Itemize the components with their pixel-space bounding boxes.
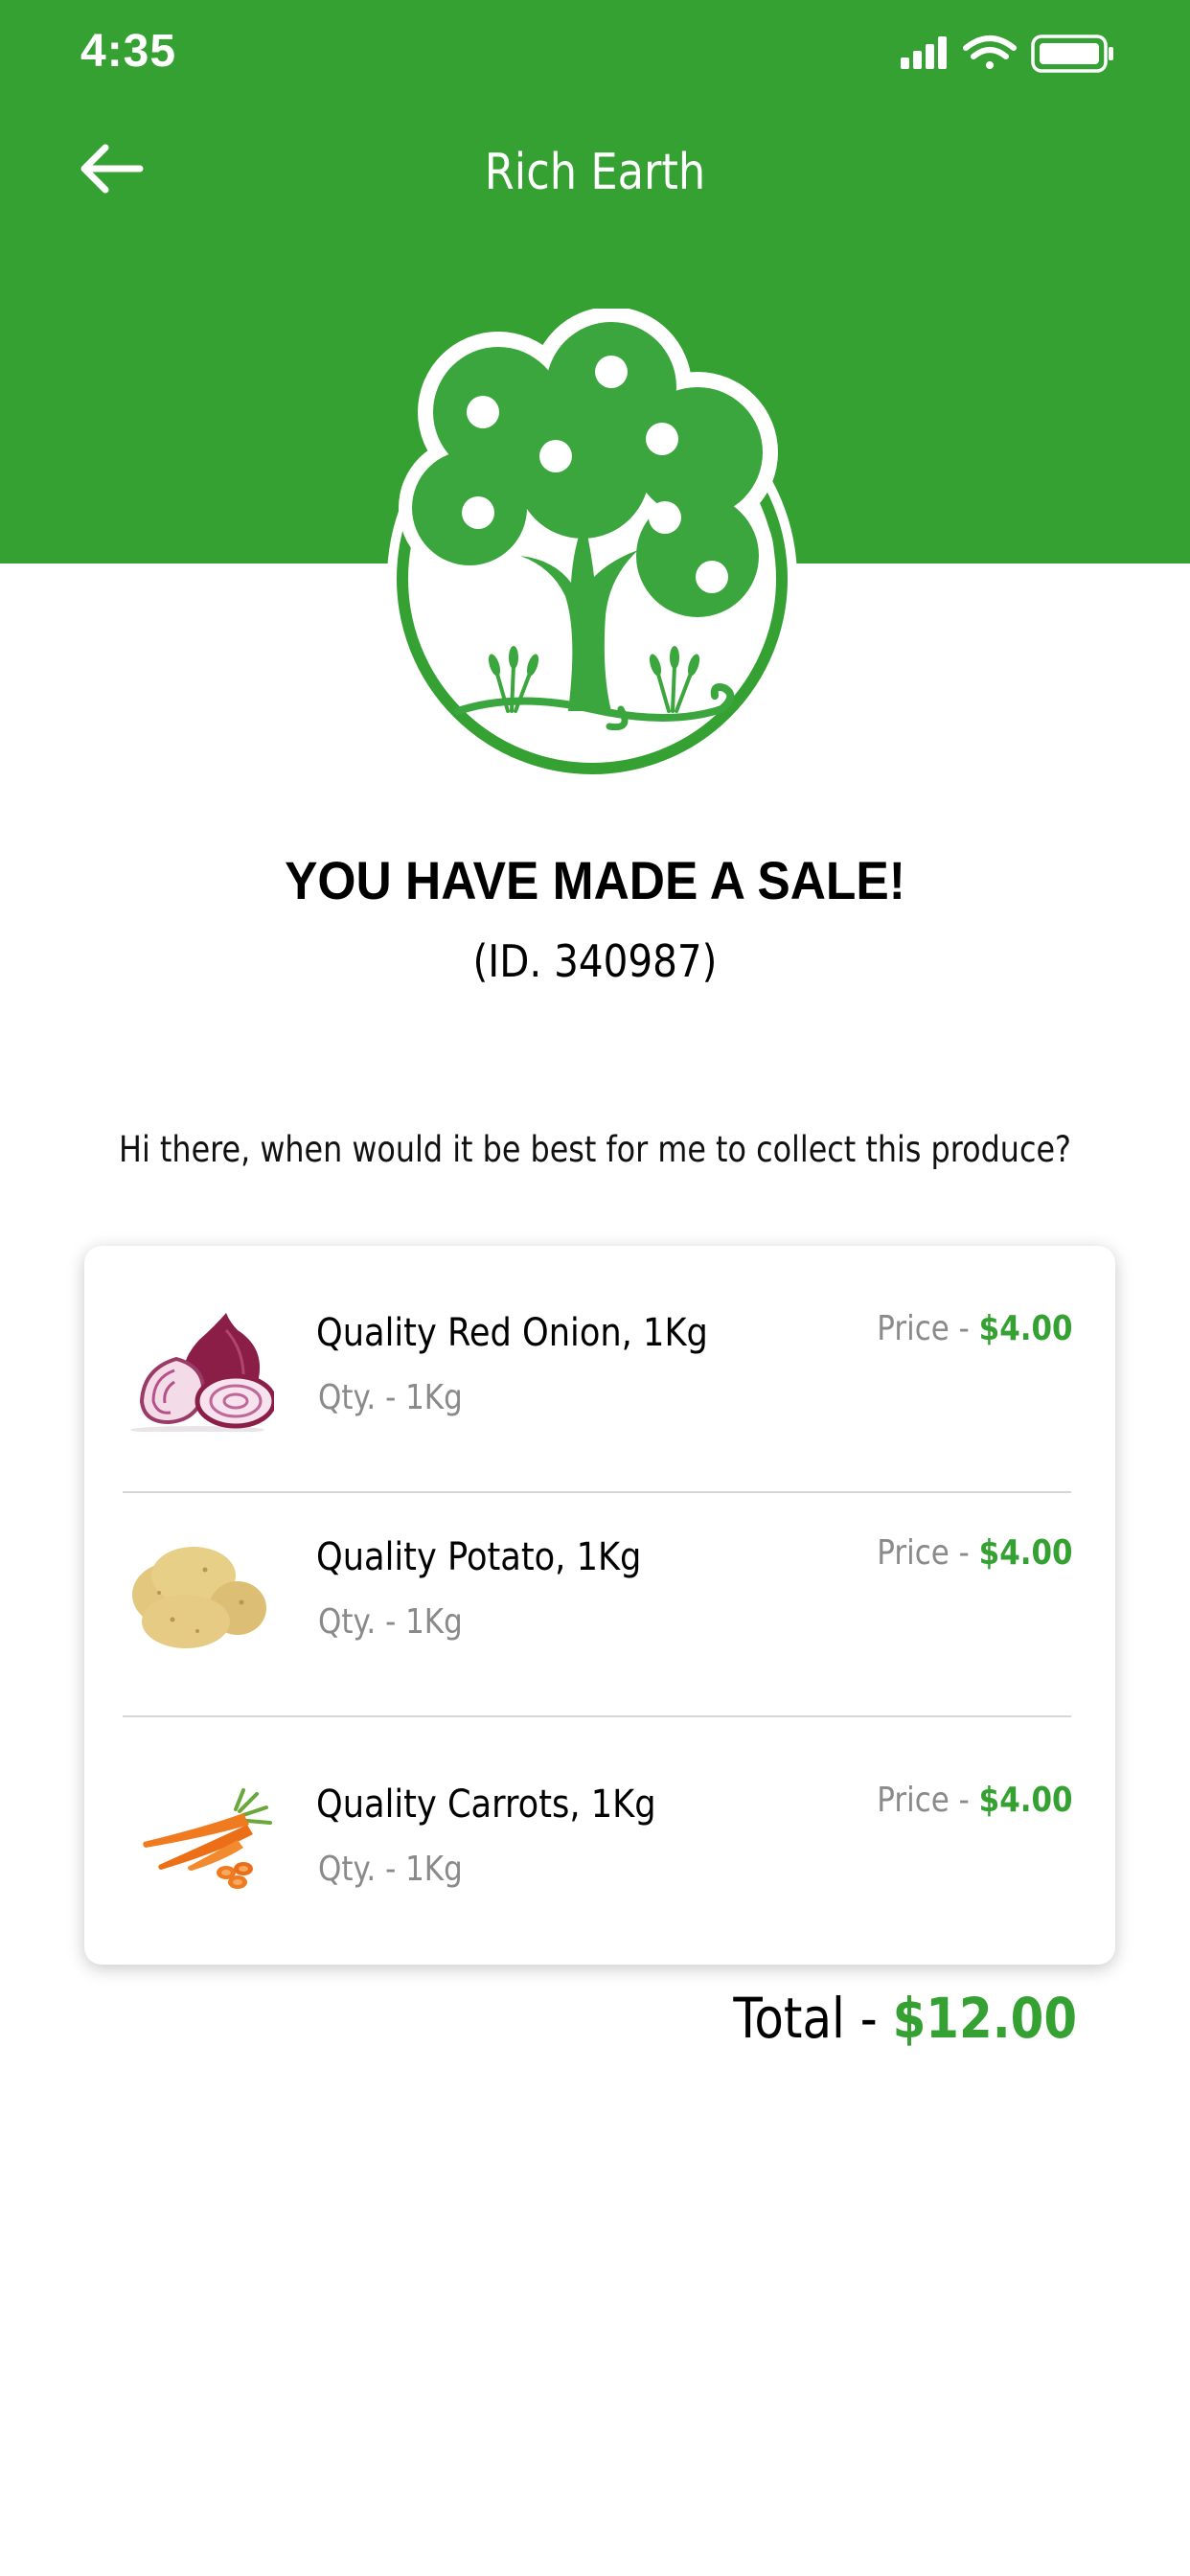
item-qty: Qty. - 1Kg bbox=[318, 1850, 463, 1889]
status-bar: 4:35 bbox=[0, 0, 1190, 105]
tree-logo-icon bbox=[387, 309, 797, 778]
buyer-message: Hi there, when would it be best for me t… bbox=[119, 1129, 1071, 1170]
total-value: $12.00 bbox=[892, 1986, 1077, 2051]
price-label: Price - bbox=[877, 1309, 980, 1348]
list-item[interactable]: Quality Potato, 1Kg Qty. - 1Kg Price - $… bbox=[84, 1470, 1115, 1694]
sale-id: (ID. 340987) bbox=[472, 935, 718, 987]
item-name: Quality Red Onion, 1Kg bbox=[316, 1311, 708, 1355]
item-price: Price - $4.00 bbox=[878, 1781, 1073, 1820]
item-name: Quality Potato, 1Kg bbox=[316, 1535, 642, 1579]
list-item[interactable]: Quality Red Onion, 1Kg Qty. - 1Kg Price … bbox=[84, 1246, 1115, 1470]
signal-icon bbox=[901, 36, 947, 69]
sale-title: YOU HAVE MADE A SALE! bbox=[285, 850, 905, 910]
red-onion-image bbox=[130, 1313, 274, 1432]
item-price: Price - $4.00 bbox=[878, 1533, 1073, 1573]
order-total: Total - $12.00 bbox=[733, 1986, 1077, 2051]
price-value: $4.00 bbox=[979, 1533, 1073, 1573]
price-value: $4.00 bbox=[979, 1781, 1073, 1820]
price-label: Price - bbox=[877, 1781, 980, 1820]
item-price: Price - $4.00 bbox=[878, 1309, 1073, 1348]
page-title: Rich Earth bbox=[484, 144, 706, 201]
item-qty: Qty. - 1Kg bbox=[318, 1602, 463, 1642]
status-icons bbox=[901, 34, 1113, 73]
wifi-icon bbox=[963, 35, 1017, 69]
list-item[interactable]: Quality Carrots, 1Kg Qty. - 1Kg Price - … bbox=[84, 1717, 1115, 1942]
price-label: Price - bbox=[877, 1533, 980, 1573]
order-items-card: Quality Red Onion, 1Kg Qty. - 1Kg Price … bbox=[84, 1246, 1115, 1965]
battery-icon bbox=[1031, 34, 1113, 73]
item-name: Quality Carrots, 1Kg bbox=[316, 1782, 656, 1827]
carrot-image bbox=[143, 1788, 272, 1889]
item-qty: Qty. - 1Kg bbox=[318, 1378, 463, 1417]
status-time: 4:35 bbox=[80, 26, 177, 77]
total-label: Total - bbox=[733, 1986, 893, 2051]
potato-image bbox=[132, 1547, 266, 1648]
price-value: $4.00 bbox=[979, 1309, 1073, 1348]
